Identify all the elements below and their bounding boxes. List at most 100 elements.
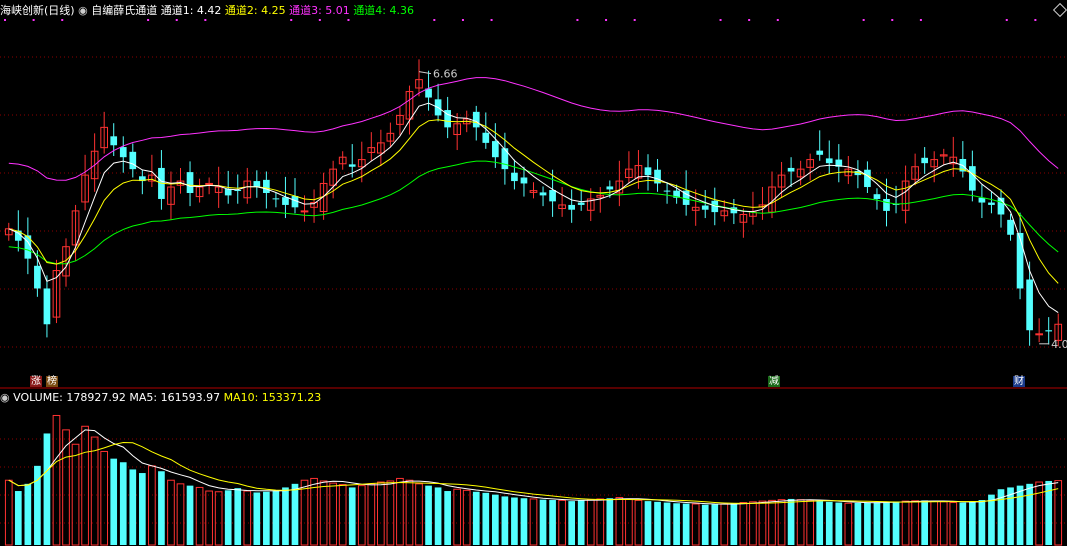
channel-1-label: 通道1: 4.42 [160, 4, 222, 17]
signal-dot [576, 19, 579, 21]
volume-bar-down [978, 500, 986, 545]
stock-name: 海峡创新(日线) [0, 4, 75, 17]
volume-bar-up [796, 499, 805, 546]
candle-down [825, 158, 833, 164]
volume-bar-down [988, 494, 995, 545]
volume-bar-up [844, 502, 853, 546]
volume-bar-down [969, 501, 976, 545]
candle-down [520, 177, 528, 184]
volume-bar-down [663, 502, 671, 545]
volume-bar-up [415, 483, 423, 546]
candle-down [282, 197, 289, 205]
volume-bar-down [234, 488, 242, 545]
volume-bar-up [195, 486, 204, 546]
volume-bar-down [816, 501, 824, 545]
candle-down [606, 186, 614, 190]
volume-bar-down [730, 503, 738, 545]
candle-down [348, 164, 356, 167]
volume-bar-down [606, 498, 614, 545]
candle-up [300, 210, 309, 213]
volume-header: ◉ VOLUME: 178927.92 MA5: 161593.97 MA10:… [0, 391, 321, 405]
volume-bar-down [43, 433, 51, 545]
signal-dot [290, 19, 293, 21]
volume-bar-up [205, 490, 213, 546]
channel-2-line [8, 119, 1059, 284]
volume-bar-down [348, 487, 356, 545]
volume-label: VOLUME: 178927.92 [13, 391, 126, 404]
volume-bar-up [310, 477, 318, 546]
volume-bar-up [214, 491, 223, 546]
candle-down [253, 181, 261, 188]
indicator-menu-icon[interactable]: ◉ [78, 4, 91, 17]
volume-bar-up [4, 479, 13, 546]
signal-dot [1005, 19, 1008, 21]
candle-down [110, 136, 118, 146]
signal-dot [433, 19, 436, 21]
signal-dot [61, 19, 64, 21]
volume-bar-up [777, 499, 786, 546]
volume-bar-up [586, 499, 595, 546]
volume-bar-down [482, 492, 490, 545]
candle-down [787, 167, 795, 172]
candle-down [482, 132, 490, 143]
candle-up [1035, 333, 1043, 336]
price-chart-panel[interactable]: 6.66 4.08 海峡创新(日线) ◉ 自编薛氏通道 通道1: 4.42 通道2… [0, 0, 1067, 389]
volume-bar-down [892, 501, 900, 545]
badge-jian[interactable]: 减 [768, 376, 780, 387]
volume-bar-up [243, 490, 252, 546]
volume-menu-icon[interactable]: ◉ [0, 391, 13, 404]
candle-down [969, 166, 976, 191]
volume-bar-down [14, 491, 22, 545]
volume-bar-up [62, 429, 70, 546]
volume-bar-down [864, 502, 871, 545]
volume-bar-up [462, 489, 471, 546]
volume-bar-down [158, 471, 165, 545]
volume-chart-panel[interactable]: ◉ VOLUME: 178927.92 MA5: 161593.97 MA10:… [0, 389, 1067, 546]
indicator-name: 自编薛氏通道 [91, 4, 158, 17]
signal-dot [461, 19, 464, 21]
signal-dot [748, 19, 751, 21]
signal-dot [32, 19, 35, 21]
signal-dot [633, 19, 636, 21]
volume-bar-down [1016, 485, 1024, 545]
volume-bar-up [52, 414, 61, 546]
volume-bar-up [338, 484, 347, 546]
candle-down [1016, 232, 1024, 289]
volume-bar-up [396, 477, 404, 546]
signal-dot [4, 19, 6, 21]
ma5-label: MA5: 161593.97 [129, 391, 221, 404]
volume-bar-up [615, 497, 624, 546]
volume-bar-up [739, 502, 748, 546]
candle-down [34, 265, 41, 289]
signal-dot [347, 19, 350, 21]
badge-zhang[interactable]: 涨 [30, 376, 42, 387]
volume-bar-down [568, 501, 576, 545]
candle-down [119, 147, 127, 158]
volume-bar-down [425, 485, 432, 545]
candle-down [263, 179, 270, 193]
volume-bar-down [835, 502, 843, 545]
candle-down [1026, 279, 1033, 331]
candle-up [205, 182, 213, 185]
badge-cai[interactable]: 财 [1013, 376, 1025, 387]
signal-dot [175, 19, 178, 21]
volume-bar-down [24, 483, 32, 545]
candle-down [43, 288, 51, 325]
volume-bar-up [90, 436, 99, 546]
candle-down [644, 167, 652, 176]
high-price-label: 6.66 [433, 68, 458, 81]
signal-dot [891, 19, 894, 21]
volume-bar-up [71, 443, 80, 546]
volume-bar-down [549, 500, 556, 545]
volume-bar-down [883, 501, 890, 545]
volume-bar-up [1054, 480, 1063, 546]
volume-bar-down [577, 500, 585, 545]
volume-bar-up [949, 502, 958, 546]
badge-bang[interactable]: 榜 [46, 376, 58, 387]
volume-bar-up [300, 479, 309, 546]
volume-bar-down [1007, 487, 1014, 545]
volume-bar-up [1035, 481, 1043, 546]
low-price-label: 4.08 [1051, 338, 1067, 351]
volume-bar-down [444, 491, 451, 545]
volume-bar-down [224, 490, 232, 545]
